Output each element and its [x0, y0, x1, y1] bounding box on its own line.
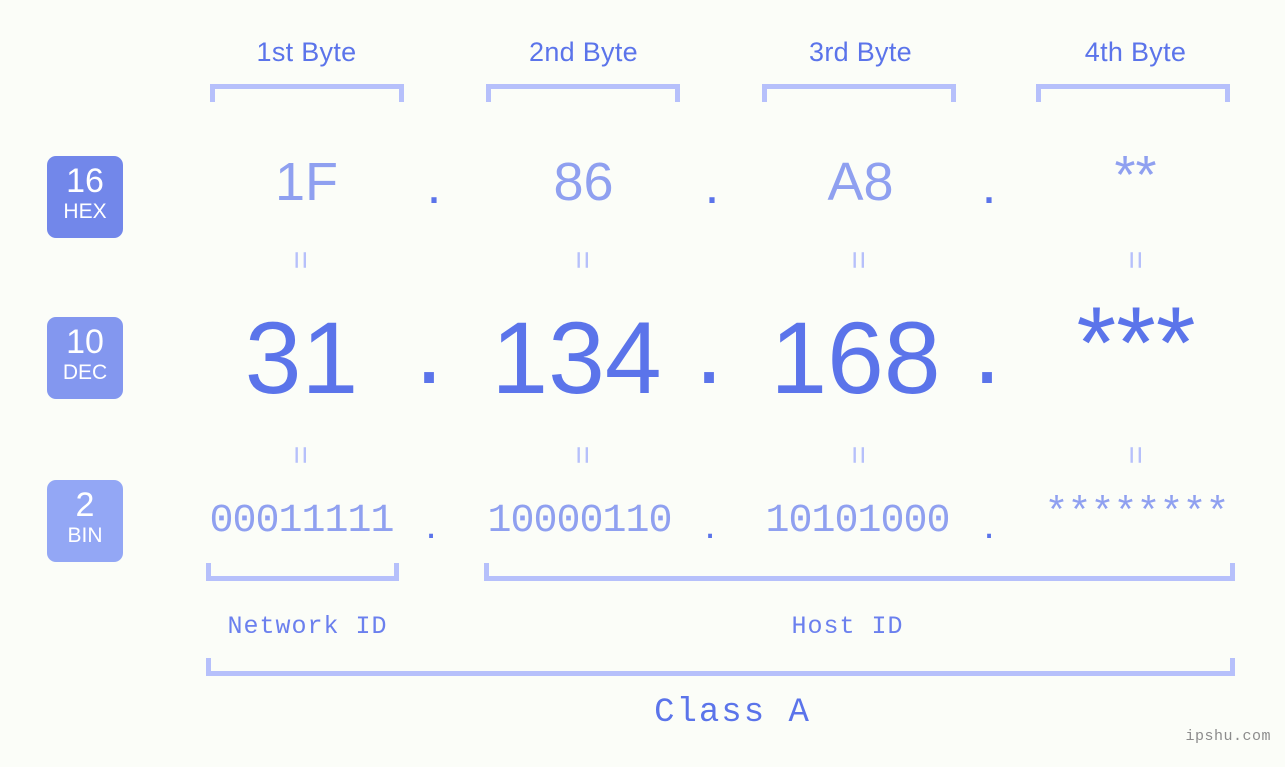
- hex-byte-4: **: [1114, 145, 1157, 205]
- network-id-bracket: [206, 563, 399, 581]
- base-badge-hex: 16 HEX: [47, 156, 123, 238]
- equals-connector-dec-bin-2: =: [565, 445, 601, 465]
- dec-byte-4: ***: [1076, 286, 1196, 400]
- equals-connector-dec-bin-4: =: [1118, 445, 1154, 465]
- equals-connector-dec-bin-1: =: [283, 445, 319, 465]
- byte-header-4: 4th Byte: [1084, 37, 1187, 67]
- bin-separator-1: .: [425, 503, 437, 547]
- base-badge-dec: 10 DEC: [47, 317, 123, 399]
- hex-separator-1: .: [426, 155, 442, 215]
- base-badge-dec-number: 10: [66, 323, 104, 361]
- watermark: ipshu.com: [1185, 728, 1271, 745]
- equals-connector-dec-bin-3: =: [841, 445, 877, 465]
- bin-byte-1: 00011111: [209, 499, 394, 544]
- base-badge-hex-name: HEX: [63, 200, 107, 223]
- class-label: Class A: [654, 694, 811, 732]
- equals-connector-hex-dec-3: =: [841, 250, 877, 270]
- dec-byte-1: 31: [244, 301, 359, 415]
- byte-header-2: 2nd Byte: [529, 37, 638, 67]
- host-id-label: Host ID: [791, 612, 904, 641]
- hex-byte-3: A8: [827, 152, 894, 212]
- byte-bracket-3: [762, 84, 956, 102]
- byte-bracket-4: [1036, 84, 1230, 102]
- bin-separator-2: .: [704, 503, 716, 547]
- bin-byte-3: 10101000: [765, 499, 950, 544]
- base-badge-bin-name: BIN: [67, 524, 103, 547]
- base-badge-hex-number: 16: [66, 162, 104, 200]
- equals-connector-hex-dec-2: =: [565, 250, 601, 270]
- bin-separator-3: .: [983, 503, 995, 547]
- dec-separator-2: .: [694, 291, 724, 405]
- byte-header-1: 1st Byte: [256, 37, 357, 67]
- byte-header-3: 3rd Byte: [809, 37, 912, 67]
- hex-byte-1: 1F: [274, 152, 339, 212]
- dec-byte-3: 168: [770, 301, 941, 415]
- network-id-label: Network ID: [227, 612, 388, 641]
- byte-bracket-1: [210, 84, 404, 102]
- base-badge-bin-number: 2: [75, 486, 95, 524]
- bin-byte-4: ********: [1044, 492, 1229, 537]
- bin-byte-2: 10000110: [487, 499, 672, 544]
- equals-connector-hex-dec-4: =: [1118, 250, 1154, 270]
- hex-separator-2: .: [704, 155, 720, 215]
- base-badge-dec-name: DEC: [62, 361, 108, 384]
- equals-connector-hex-dec-1: =: [283, 250, 319, 270]
- base-badge-bin: 2 BIN: [47, 480, 123, 562]
- byte-bracket-2: [486, 84, 680, 102]
- class-bracket: [206, 658, 1235, 676]
- ip-address-breakdown-diagram: 1st Byte 2nd Byte 3rd Byte 4th Byte 16 H…: [0, 0, 1285, 767]
- host-id-bracket: [484, 563, 1235, 581]
- dec-separator-3: .: [972, 291, 1002, 405]
- hex-byte-2: 86: [553, 152, 614, 212]
- dec-byte-2: 134: [491, 301, 662, 415]
- dec-separator-1: .: [414, 291, 444, 405]
- hex-separator-3: .: [981, 155, 997, 215]
